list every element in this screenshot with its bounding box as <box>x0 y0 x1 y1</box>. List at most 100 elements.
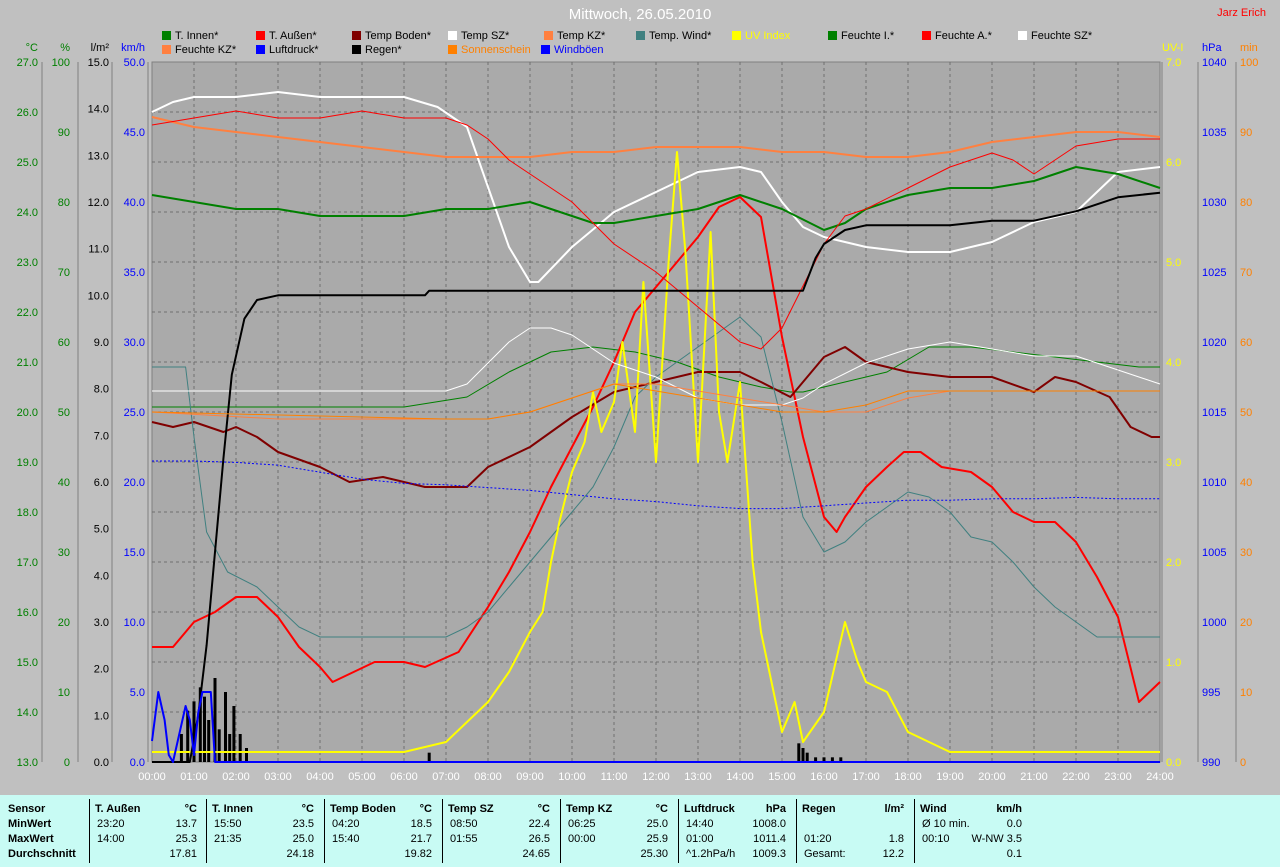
tick-label-temp: 24.0 <box>17 207 38 219</box>
legend-label: Sonnenschein <box>461 44 531 56</box>
summary-min: 0.0 <box>1006 818 1022 830</box>
legend-item: Temp SZ* <box>448 30 509 42</box>
rain-bar <box>217 729 221 762</box>
summary-divider <box>796 799 797 863</box>
tick-label-pct: 0 <box>64 757 70 769</box>
tick-label-min: 10 <box>1240 687 1252 699</box>
legend-label: UV Index <box>745 30 791 42</box>
axis-label-hpa: hPa <box>1202 42 1222 54</box>
x-tick-label: 07:00 <box>432 771 460 783</box>
summary-avg: 19.82 <box>404 848 432 860</box>
tick-label-hpa: 1005 <box>1202 547 1226 559</box>
summary-max: 1011.4 <box>753 833 786 845</box>
tick-label-rain: 8.0 <box>94 384 109 396</box>
legend-item: Luftdruck* <box>256 44 319 56</box>
tick-label-rain: 6.0 <box>94 477 109 489</box>
x-tick-label: 11:00 <box>601 771 628 783</box>
summary-unit: °C <box>301 803 314 815</box>
tick-label-temp: 17.0 <box>17 557 38 569</box>
rain-bar <box>238 734 242 762</box>
tick-label-min: 100 <box>1240 57 1258 69</box>
summary-header: Sensor <box>8 803 46 815</box>
rain-bar <box>228 734 232 762</box>
tick-label-temp: 22.0 <box>17 307 38 319</box>
summary-header: Wind <box>920 803 947 815</box>
tick-label-temp: 13.0 <box>17 757 38 769</box>
legend-item: Feuchte I.* <box>828 30 894 42</box>
legend-swatch <box>541 45 550 54</box>
axis-label-pct: % <box>60 42 70 54</box>
summary-row-label: MinWert <box>8 818 52 830</box>
summary-max-time: 15:40 <box>332 833 360 845</box>
x-tick-label: 02:00 <box>222 771 250 783</box>
summary-max-time: 21:35 <box>214 833 242 845</box>
tick-label-min: 60 <box>1240 337 1252 349</box>
tick-label-hpa: 1035 <box>1202 127 1226 139</box>
legend-label: Feuchte SZ* <box>1031 30 1093 42</box>
tick-label-temp: 27.0 <box>17 57 38 69</box>
summary-max-time: 01:55 <box>450 833 478 845</box>
legend-label: T. Innen* <box>175 30 219 42</box>
summary-unit: km/h <box>996 803 1022 815</box>
x-tick-label: 21:00 <box>1020 771 1048 783</box>
tick-label-uv: 1.0 <box>1166 657 1181 669</box>
tick-label-rain: 13.0 <box>88 150 109 162</box>
tick-label-hpa: 990 <box>1202 757 1220 769</box>
x-tick-label: 19:00 <box>936 771 964 783</box>
summary-table: Sensor MinWert MaxWert Durchschnitt T. Außen… <box>0 795 1280 867</box>
summary-min: 18.5 <box>410 818 432 830</box>
tick-label-wind: 35.0 <box>124 267 145 279</box>
x-tick-label: 13:00 <box>684 771 712 783</box>
tick-label-rain: 10.0 <box>88 290 109 302</box>
summary-header: Temp Boden <box>330 803 396 815</box>
tick-label-hpa: 995 <box>1202 687 1220 699</box>
summary-unit: °C <box>184 803 197 815</box>
tick-label-min: 90 <box>1240 127 1252 139</box>
legend-label: Temp KZ* <box>557 30 606 42</box>
summary-unit: °C <box>537 803 550 815</box>
x-tick-label: 15:00 <box>768 771 796 783</box>
rain-bar <box>797 743 801 762</box>
x-tick-label: 18:00 <box>894 771 922 783</box>
x-tick-label: 00:00 <box>138 771 166 783</box>
tick-label-wind: 5.0 <box>130 687 145 699</box>
tick-label-temp: 18.0 <box>17 507 38 519</box>
summary-min-time: 14:40 <box>686 818 714 830</box>
summary-max: 25.3 <box>175 833 197 845</box>
legend-label: Regen* <box>365 44 402 56</box>
summary-avg: 17.81 <box>169 848 197 860</box>
legend-item: UV Index <box>732 30 790 42</box>
x-tick-label: 03:00 <box>264 771 292 783</box>
tick-label-min: 80 <box>1240 197 1252 209</box>
tick-label-uv: 7.0 <box>1166 57 1181 69</box>
legend-swatch <box>1018 31 1027 40</box>
tick-label-min: 20 <box>1240 617 1252 629</box>
tick-label-uv: 4.0 <box>1166 357 1181 369</box>
summary-max: 21.7 <box>410 833 432 845</box>
summary-min: 25.0 <box>646 818 668 830</box>
legend-item: Regen* <box>352 44 402 56</box>
tick-label-hpa: 1015 <box>1202 407 1226 419</box>
legend-label: Windböen <box>554 44 604 56</box>
tick-label-uv: 3.0 <box>1166 457 1181 469</box>
rain-bar <box>801 748 805 762</box>
tick-label-wind: 25.0 <box>124 407 145 419</box>
legend-item: T. Außen* <box>256 30 317 42</box>
legend-swatch <box>256 45 265 54</box>
tick-label-wind: 0.0 <box>130 757 145 769</box>
summary-max-time: 01:20 <box>804 833 832 845</box>
x-tick-label: 06:00 <box>390 771 418 783</box>
legend-item: Temp. Wind* <box>636 30 711 42</box>
summary-avg: 25.30 <box>640 848 668 860</box>
tick-label-rain: 3.0 <box>94 617 109 629</box>
legend-swatch <box>162 45 171 54</box>
summary-avg: 24.65 <box>522 848 550 860</box>
summary-header: Temp SZ <box>448 803 494 815</box>
tick-label-min: 40 <box>1240 477 1252 489</box>
legend-swatch <box>448 45 457 54</box>
tick-label-rain: 12.0 <box>88 197 109 209</box>
summary-divider <box>89 799 90 863</box>
tick-label-wind: 30.0 <box>124 337 145 349</box>
tick-label-uv: 0.0 <box>1166 757 1181 769</box>
tick-label-wind: 50.0 <box>124 57 145 69</box>
